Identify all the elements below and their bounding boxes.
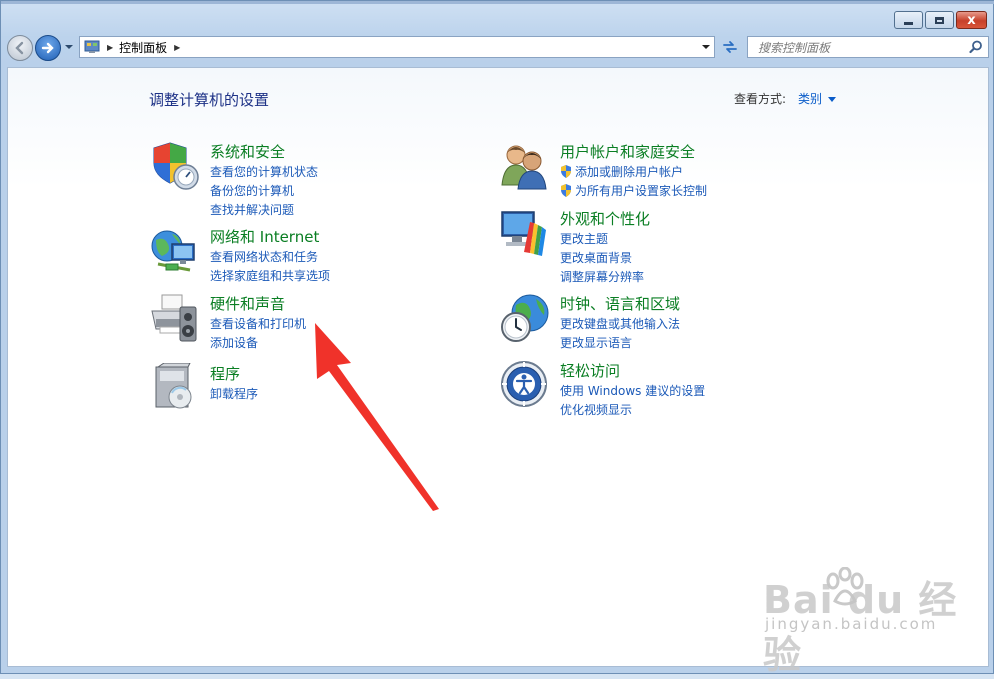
address-bar[interactable]: ▶ 控制面板 ▶ [79, 36, 715, 58]
category-title[interactable]: 系统和安全 [210, 141, 285, 162]
forward-button[interactable] [35, 35, 61, 61]
link-devices-printers[interactable]: 查看设备和打印机 [210, 315, 306, 334]
link-backup-computer[interactable]: 备份您的计算机 [210, 182, 318, 201]
link-text: 为所有用户设置家长控制 [575, 184, 708, 198]
category-title[interactable]: 外观和个性化 [560, 208, 650, 229]
link-uninstall-program[interactable]: 卸载程序 [210, 385, 258, 404]
control-panel-icon [84, 40, 100, 53]
address-dropdown-icon[interactable] [702, 43, 710, 51]
view-by-dropdown[interactable]: 类别 [798, 90, 822, 107]
hardware-sound-icon[interactable] [150, 293, 200, 343]
category-title[interactable]: 用户帐户和家庭安全 [560, 141, 695, 162]
caption-buttons: x [894, 11, 987, 29]
breadcrumb-control-panel[interactable]: 控制面板 [119, 39, 167, 56]
category-title[interactable]: 硬件和声音 [210, 293, 285, 314]
arrow-right-icon [41, 42, 54, 54]
back-button[interactable] [7, 35, 33, 61]
category-title[interactable]: 时钟、语言和区域 [560, 293, 680, 314]
link-network-status[interactable]: 查看网络状态和任务 [210, 248, 330, 267]
network-internet-icon[interactable] [150, 226, 200, 276]
link-text: 添加或删除用户帐户 [575, 165, 684, 179]
category-links: 卸载程序 [210, 385, 258, 404]
baidu-watermark: Bai du 经验 jingyan.baidu.com [763, 567, 993, 679]
link-homegroup-sharing[interactable]: 选择家庭组和共享选项 [210, 267, 330, 286]
top-strip [1, 1, 994, 4]
link-windows-recommended-settings[interactable]: 使用 Windows 建议的设置 [560, 382, 705, 401]
breadcrumb-chevron-icon[interactable]: ▶ [107, 43, 113, 52]
refresh-button[interactable] [719, 36, 741, 58]
system-security-icon[interactable] [150, 141, 200, 191]
category-links: 查看网络状态和任务 选择家庭组和共享选项 [210, 248, 330, 286]
category-links: 使用 Windows 建议的设置 优化视频显示 [560, 382, 705, 420]
category-links: 添加或删除用户帐户 为所有用户设置家长控制 [560, 163, 707, 201]
ease-of-access-icon[interactable] [500, 360, 550, 410]
search-icon[interactable] [969, 40, 983, 54]
link-add-device[interactable]: 添加设备 [210, 334, 306, 353]
maximize-button[interactable] [925, 11, 954, 29]
view-by: 查看方式: 类别 [734, 90, 837, 107]
view-by-label: 查看方式: [734, 92, 787, 106]
minimize-icon [904, 21, 913, 25]
search-box[interactable] [747, 36, 989, 58]
user-accounts-icon[interactable] [500, 141, 550, 191]
annotation-arrow [315, 323, 439, 511]
link-troubleshoot[interactable]: 查找并解决问题 [210, 201, 318, 220]
category-links: 更改主题 更改桌面背景 调整屏幕分辨率 [560, 230, 644, 287]
control-panel-window: x ▶ 控制面板 ▶ 搜索控制面板 调整计算机的设置 查看方式: 类别 系统和安… [0, 0, 994, 677]
programs-icon[interactable] [150, 363, 200, 413]
link-optimize-display[interactable]: 优化视频显示 [560, 401, 705, 420]
clock-language-icon[interactable] [500, 293, 550, 343]
category-title[interactable]: 网络和 Internet [210, 226, 319, 247]
link-add-remove-accounts[interactable]: 添加或删除用户帐户 [560, 163, 707, 182]
link-parental-controls[interactable]: 为所有用户设置家长控制 [560, 182, 707, 201]
link-screen-resolution[interactable]: 调整屏幕分辨率 [560, 268, 644, 287]
breadcrumb-chevron-icon[interactable]: ▶ [174, 43, 180, 52]
search-input[interactable] [756, 38, 970, 58]
link-change-theme[interactable]: 更改主题 [560, 230, 644, 249]
uac-shield-icon [561, 165, 571, 178]
close-icon: x [967, 12, 976, 28]
navigation-bar: ▶ 控制面板 ▶ [7, 35, 989, 61]
baidu-paw-logo [826, 567, 864, 606]
category-title[interactable]: 程序 [210, 363, 240, 384]
link-keyboard-input[interactable]: 更改键盘或其他输入法 [560, 315, 680, 334]
maximize-icon [935, 16, 944, 24]
refresh-icon [723, 41, 737, 53]
close-button[interactable]: x [956, 11, 987, 29]
link-desktop-background[interactable]: 更改桌面背景 [560, 249, 644, 268]
link-display-language[interactable]: 更改显示语言 [560, 334, 680, 353]
recent-pages-dropdown[interactable] [64, 42, 74, 52]
link-view-computer-status[interactable]: 查看您的计算机状态 [210, 163, 318, 182]
arrow-left-icon [15, 41, 24, 55]
chevron-down-icon[interactable] [828, 96, 837, 102]
minimize-button[interactable] [894, 11, 923, 29]
appearance-icon[interactable] [500, 208, 550, 258]
category-links: 更改键盘或其他输入法 更改显示语言 [560, 315, 680, 353]
category-links: 查看您的计算机状态 备份您的计算机 查找并解决问题 [210, 163, 318, 220]
category-links: 查看设备和打印机 添加设备 [210, 315, 306, 353]
page-title: 调整计算机的设置 [149, 91, 270, 109]
watermark-url: jingyan.baidu.com [765, 615, 938, 633]
category-title[interactable]: 轻松访问 [560, 360, 620, 381]
uac-shield-icon [561, 184, 571, 197]
